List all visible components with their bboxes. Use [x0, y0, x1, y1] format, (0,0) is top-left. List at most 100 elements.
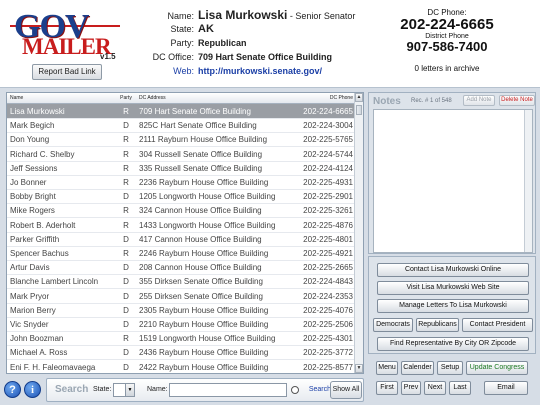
- cell-name: John Boozman: [10, 334, 64, 344]
- cell-party: D: [123, 192, 129, 202]
- table-row[interactable]: Blanche Lambert Lincoln D 355 Dirksen Sena…: [7, 274, 355, 290]
- table-row[interactable]: Michael A. Ross D 2436 Rayburn House Offic…: [7, 345, 355, 361]
- cell-address: 2422 Rayburn House Office Building: [139, 362, 269, 372]
- table-row[interactable]: Mark Pryor D 255 Dirksen Senate Office Bui…: [7, 289, 355, 304]
- cell-name: Jo Bonner: [10, 178, 47, 187]
- name-label: Name:: [167, 11, 194, 21]
- name-filter-label: Name:: [147, 386, 168, 393]
- setup-button[interactable]: Setup: [437, 361, 463, 375]
- last-record-button[interactable]: Last: [449, 381, 471, 395]
- previous-record-button[interactable]: Prev: [401, 381, 421, 395]
- info-icon[interactable]: i: [24, 381, 41, 398]
- scroll-thumb[interactable]: [356, 105, 362, 115]
- next-record-button[interactable]: Next: [424, 381, 446, 395]
- cell-address: 2436 Rayburn House Office Building: [139, 348, 269, 358]
- cell-name: Parker Griffith: [10, 234, 60, 244]
- cell-party: D: [123, 305, 129, 315]
- cell-address: 324 Cannon House Office Building: [139, 206, 262, 216]
- cell-address: 255 Dirksen Senate Office Building: [139, 291, 263, 301]
- notes-scrollbar[interactable]: [524, 110, 532, 252]
- cell-name: Jeff Sessions: [10, 163, 58, 173]
- cell-name: Spencer Bachus: [10, 249, 69, 258]
- table-row[interactable]: Jo Bonner R 2236 Rayburn House Office Buil…: [7, 175, 355, 190]
- phone-info: DC Phone: 202-224-6665 District Phone 90…: [362, 8, 532, 73]
- cell-phone: 202-224-4124: [303, 163, 353, 173]
- contact-online-button[interactable]: Contact Lisa Murkowski Online: [377, 263, 529, 277]
- cell-address: 2246 Rayburn House Office Building: [139, 249, 269, 258]
- cell-phone: 202-225-4876: [303, 220, 353, 230]
- table-row[interactable]: John Boozman R 1519 Longworth House Office…: [7, 331, 355, 347]
- cell-party: D: [123, 362, 129, 372]
- table-row[interactable]: Parker Griffith D 417 Cannon House Office …: [7, 232, 355, 247]
- member-web-link[interactable]: http://murkowski.senate.gov/: [198, 66, 322, 76]
- cell-address: 355 Dirksen Senate Office Building: [139, 277, 263, 287]
- table-row[interactable]: Lisa Murkowski R 709 Hart Senate Office Bu…: [7, 104, 355, 119]
- manage-letters-button[interactable]: Manage Letters To Lisa Murkowski: [377, 299, 529, 313]
- column-header-phone[interactable]: DC Phone: [299, 93, 355, 104]
- update-congress-button[interactable]: Update Congress: [466, 361, 528, 375]
- search-button[interactable]: Search: [291, 383, 331, 397]
- chevron-down-icon[interactable]: ▼: [125, 384, 134, 396]
- cell-address: 335 Russell Senate Office Building: [139, 163, 263, 173]
- table-row[interactable]: Mark Begich D 825C Hart Senate Office Buil…: [7, 118, 355, 134]
- help-icon[interactable]: ?: [4, 381, 21, 398]
- show-all-button[interactable]: Show All: [330, 381, 362, 399]
- table-row[interactable]: Don Young R 2111 Rayburn House Office Buil…: [7, 132, 355, 148]
- cell-phone: 202-225-2665: [303, 263, 353, 273]
- republicans-button[interactable]: Republicans: [416, 318, 459, 332]
- cell-party: D: [123, 320, 129, 329]
- visit-web-site-button[interactable]: Visit Lisa Murkowski Web Site: [377, 281, 529, 295]
- table-row[interactable]: Bobby Bright D 1205 Longworth House Office…: [7, 189, 355, 205]
- scroll-up-icon[interactable]: ▲: [355, 93, 363, 102]
- cell-name: Vic Snyder: [10, 320, 49, 329]
- archive-count: 0 letters in archive: [414, 64, 480, 73]
- table-row[interactable]: Robert B. Aderholt R 1433 Longworth House …: [7, 218, 355, 233]
- cell-name: Michael A. Ross: [10, 348, 68, 358]
- cell-party: R: [123, 206, 129, 216]
- delete-note-button[interactable]: Delete Note: [499, 95, 535, 106]
- cell-address: 709 Hart Senate Office Building: [139, 107, 251, 116]
- table-row[interactable]: Marion Berry D 2305 Rayburn House Office B…: [7, 303, 355, 318]
- column-header-name[interactable]: Name: [10, 93, 114, 104]
- name-row: Name: Lisa Murkowski - Senior Senator: [130, 8, 360, 22]
- democrats-button[interactable]: Democrats: [373, 318, 413, 332]
- find-representative-button[interactable]: Find Representative By City OR Zipcode: [377, 337, 529, 351]
- cell-party: R: [123, 149, 129, 159]
- column-header-party[interactable]: Party: [115, 93, 137, 104]
- cell-name: Mark Begich: [10, 121, 55, 131]
- state-filter-label: State:: [93, 386, 112, 393]
- cell-party: D: [123, 121, 129, 131]
- party-label: Party:: [170, 38, 194, 48]
- contact-president-button[interactable]: Contact President: [462, 318, 533, 332]
- table-row[interactable]: Eni F. H. Faleomavaega D 2422 Rayburn Hous…: [7, 360, 355, 374]
- table-row[interactable]: Richard C. Shelby R 304 Russell Senate Off…: [7, 147, 355, 162]
- table-row[interactable]: Artur Davis D 208 Cannon House Office Buil…: [7, 260, 355, 276]
- scroll-down-icon[interactable]: ▼: [355, 364, 363, 373]
- first-record-button[interactable]: First: [376, 381, 398, 395]
- state-label: State:: [170, 24, 194, 34]
- cell-phone: 202-225-4931: [303, 178, 353, 187]
- name-search-input[interactable]: [169, 383, 287, 397]
- cell-name: Bobby Bright: [10, 192, 56, 202]
- cell-phone: 202-225-2506: [303, 320, 353, 329]
- cell-phone: 202-225-4301: [303, 334, 353, 344]
- email-button[interactable]: Email: [484, 381, 528, 395]
- table-row[interactable]: Spencer Bachus R 2246 Rayburn House Office…: [7, 246, 355, 261]
- menu-button[interactable]: Menu: [376, 361, 398, 375]
- notes-textarea[interactable]: [373, 109, 533, 253]
- state-select[interactable]: ▼: [113, 383, 135, 397]
- table-row[interactable]: Mike Rogers R 324 Cannon House Office Buil…: [7, 203, 355, 219]
- table-scrollbar[interactable]: ▲ ▼: [354, 93, 363, 373]
- cell-phone: 202-225-3772: [303, 348, 353, 358]
- cell-address: 304 Russell Senate Office Building: [139, 149, 263, 159]
- table-row[interactable]: Vic Snyder D 2210 Rayburn House Office Bui…: [7, 317, 355, 332]
- cell-phone: 202-225-4076: [303, 305, 353, 315]
- add-note-button[interactable]: Add Note: [463, 95, 495, 106]
- cell-address: 417 Cannon House Office Building: [139, 234, 262, 244]
- report-bad-link-button[interactable]: Report Bad Link: [32, 64, 102, 80]
- column-header-address[interactable]: DC Address: [139, 93, 299, 104]
- member-office: 709 Hart Senate Office Building: [198, 52, 333, 62]
- table-row[interactable]: Jeff Sessions R 335 Russell Senate Office …: [7, 161, 355, 176]
- calender-button[interactable]: Calender: [401, 361, 434, 375]
- cell-phone: 202-224-3004: [303, 121, 353, 131]
